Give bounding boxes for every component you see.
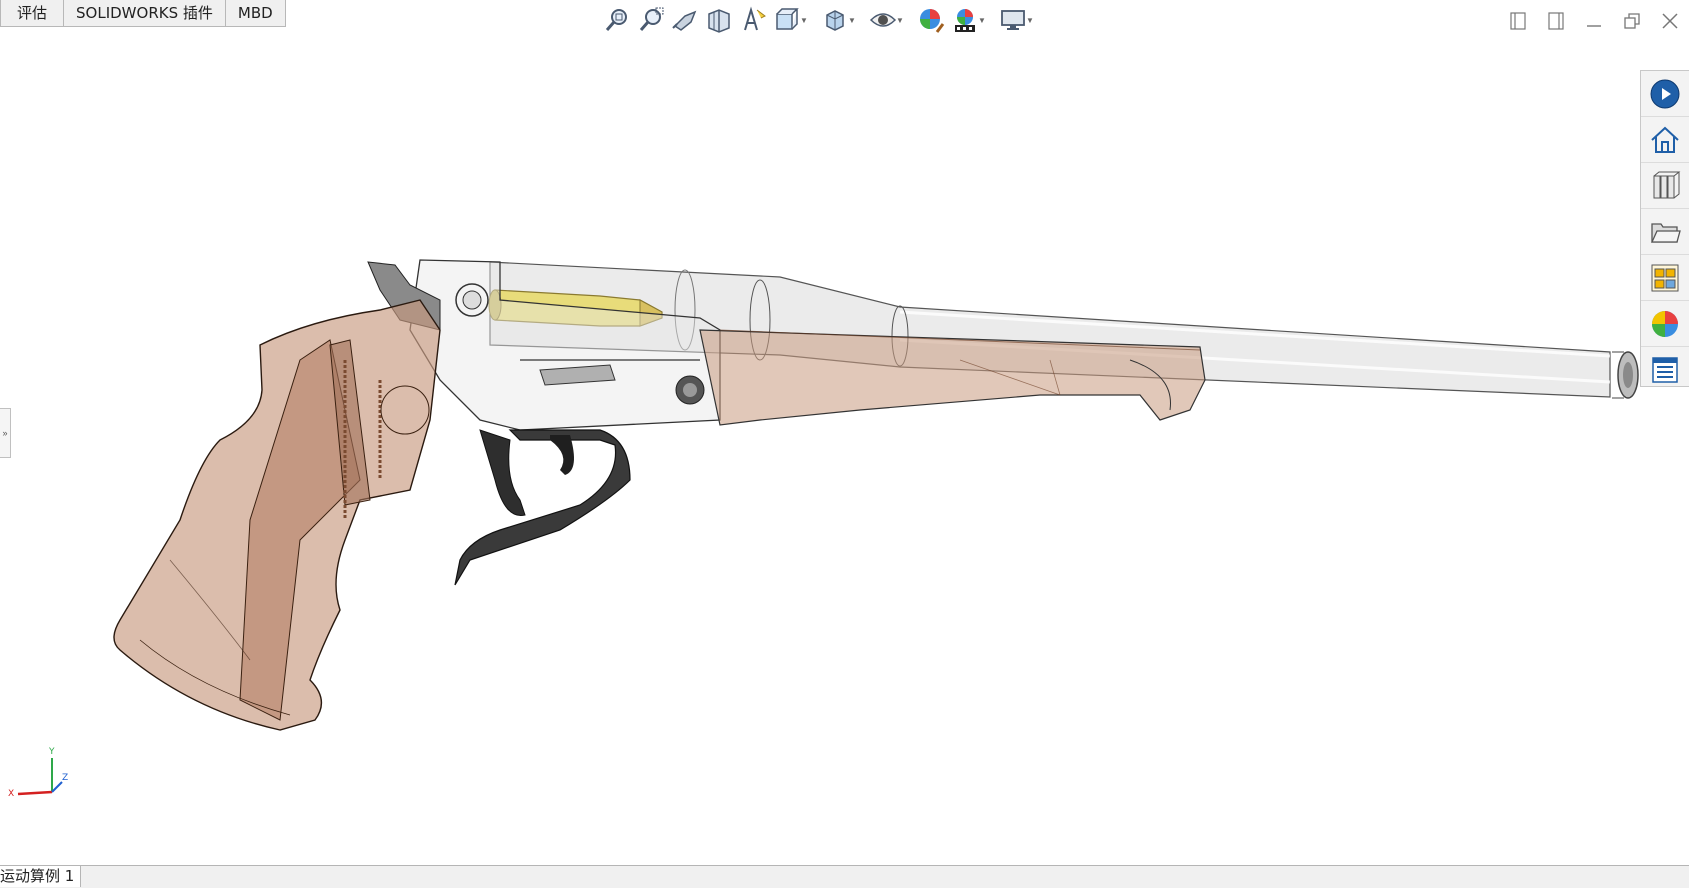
apply-scene-dropdown[interactable]: ▼ [976,3,988,37]
fore-end-wood [699,329,1206,426]
view-settings-icon [1001,10,1025,30]
tile-left-icon [1510,12,1526,30]
appearances-scenes-button[interactable] [1641,301,1689,347]
edit-appearance-button[interactable] [914,3,948,37]
custom-properties-button[interactable] [1641,347,1689,392]
hide-show-items-icon [869,13,897,27]
section-view-icon [708,9,730,33]
zoom-to-area-button[interactable] [634,3,668,37]
tile-right-button[interactable] [1537,4,1575,38]
command-manager-tabs: 评估 SOLIDWORKS 插件 MBD [0,0,286,27]
restore-icon [1624,13,1640,29]
tab-mbd[interactable]: MBD [224,0,286,27]
triad-z-label: Z [62,773,68,783]
zoom-to-area-icon [639,7,664,31]
bottom-tab-bar: 运动算例 1 [0,865,1689,888]
zoom-to-fit-button[interactable] [600,3,634,37]
triad-y-label: Y [48,747,55,757]
restore-button[interactable] [1613,4,1651,38]
dynamic-annotation-views-icon [744,6,766,31]
apply-scene-icon [955,9,975,32]
pistol-grip [113,299,441,731]
tab-motion-study-1[interactable]: 运动算例 1 [0,866,82,887]
tab-evaluate[interactable]: 评估 [0,0,65,27]
trigger-guard [454,429,631,586]
reference-triad: Y X Z [8,747,68,799]
custom-properties-icon [1652,356,1678,383]
minimize-button[interactable] [1575,4,1613,38]
task-pane [1640,70,1689,387]
design-library-button[interactable] [1641,163,1689,209]
edit-appearance-icon [920,9,945,33]
zoom-to-fit-icon [605,9,627,31]
view-orientation-dropdown[interactable]: ▼ [798,3,810,37]
view-settings-dropdown[interactable]: ▼ [1024,3,1036,37]
design-library-icon [1653,171,1681,198]
file-explorer-button[interactable] [1641,209,1689,255]
home-button[interactable] [1641,117,1689,163]
previous-view-button[interactable] [668,3,702,37]
triad-x-label: X [8,789,14,799]
tile-left-button[interactable] [1499,4,1537,38]
view-palette-button[interactable] [1641,255,1689,301]
view-palette-icon [1651,264,1679,291]
graphics-area-model[interactable] [0,40,1640,860]
heads-up-view-toolbar: ▼ ▼ ▼ ▼ ▼ [600,2,1044,38]
dynamic-annotation-views-button[interactable] [736,3,770,37]
tab-solidworks-addins[interactable]: SOLIDWORKS 插件 [63,0,226,27]
close-button[interactable] [1651,4,1689,38]
window-controls [1499,4,1689,38]
appearances-scenes-icon [1652,310,1678,337]
section-view-button[interactable] [702,3,736,37]
display-style-dropdown[interactable]: ▼ [846,3,858,37]
hide-show-items-dropdown[interactable]: ▼ [894,3,906,37]
solidworks-resources-button[interactable] [1641,71,1689,117]
home-icon [1651,126,1679,153]
previous-view-icon [672,10,697,31]
solidworks-resources-icon [1650,79,1680,108]
view-orientation-icon [776,8,799,30]
tile-right-icon [1548,12,1564,30]
close-icon [1662,13,1678,29]
minimize-icon [1587,25,1601,27]
display-style-icon [826,10,844,31]
file-explorer-icon [1650,222,1681,243]
